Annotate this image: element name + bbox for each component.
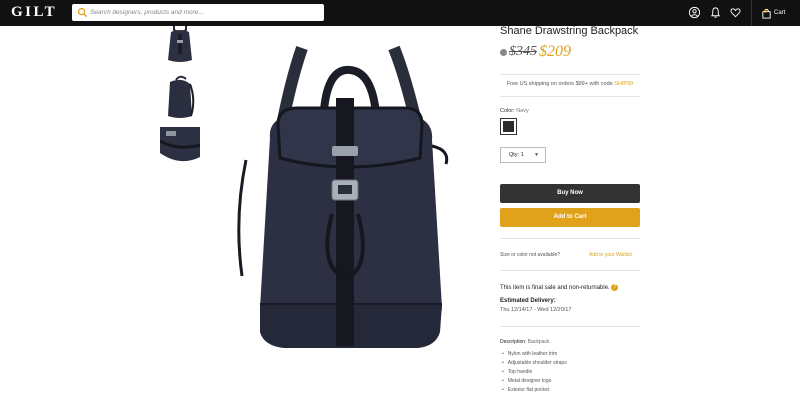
thumbnail-front[interactable] (160, 26, 200, 66)
thumbnail-side[interactable] (160, 72, 200, 122)
qty-label: Qty: 1 (509, 152, 524, 158)
estimated-delivery-label: Estimated Delivery: (500, 298, 556, 304)
sale-price: $209 (539, 43, 571, 60)
product-main-image (228, 28, 466, 362)
cart-label: Cart (774, 10, 786, 16)
chevron-down-icon: ▼ (534, 152, 539, 158)
final-sale-notice: This item is final sale and non-returnab… (500, 284, 619, 291)
estimated-delivery-value: Thu 12/14/17 - Wed 12/20/17 (500, 307, 572, 313)
divider (500, 238, 640, 239)
product-title: Shane Drawstring Backpack (500, 25, 639, 37)
description: Description: Backpack (500, 339, 550, 345)
divider (500, 326, 640, 327)
search-input[interactable] (90, 4, 320, 21)
shipping-code: SHIP99 (614, 81, 634, 87)
list-item: Metal designer logo (502, 377, 567, 386)
divider (500, 270, 640, 271)
original-price: $345 (509, 44, 537, 59)
list-item: Exterior flat pocket (502, 386, 567, 395)
search-bar[interactable] (72, 4, 324, 21)
color-swatch-navy[interactable] (500, 118, 517, 135)
account-icon[interactable] (688, 6, 701, 19)
backpack-side-thumbnail-image (160, 72, 200, 122)
feature-list: Nylon with leather trim Adjustable shoul… (502, 350, 567, 395)
search-icon (77, 7, 88, 18)
thumbnail-detail[interactable] (160, 127, 200, 182)
buy-now-button[interactable]: Buy Now (500, 184, 640, 203)
backpack-detail-thumbnail-image (160, 127, 200, 182)
divider (500, 74, 640, 75)
size-unavailable-text: Size or color not available? (500, 252, 561, 258)
help-icon[interactable]: ? (611, 284, 619, 291)
backpack-thumbnail-image (160, 26, 200, 66)
shipping-promo: Free US shipping on orders $99+ with cod… (500, 81, 640, 87)
gilt-logo[interactable]: GILT (11, 4, 57, 21)
add-to-cart-button[interactable]: Add to Cart (500, 208, 640, 227)
quantity-select[interactable]: Qty: 1 ▼ (500, 147, 546, 163)
price-tag-icon (500, 48, 507, 56)
header-divider (751, 0, 752, 26)
bell-icon[interactable] (709, 6, 722, 19)
color-label: Color: Navy (500, 108, 529, 114)
description-value: Backpack (527, 339, 550, 345)
shipping-text: Free US shipping on orders $99+ with cod… (506, 81, 613, 87)
list-item: Top handle (502, 368, 567, 377)
list-item: Adjustable shoulder straps (502, 359, 567, 368)
heart-icon[interactable] (729, 6, 742, 19)
color-value: Navy (516, 108, 529, 114)
list-item: Nylon with leather trim (502, 350, 567, 359)
top-header: GILT 0 Cart (0, 0, 800, 26)
divider (500, 96, 640, 97)
price-row: $345 $209 (500, 43, 571, 61)
cart-count: 0 (764, 9, 767, 15)
add-to-waitlist-link[interactable]: Add to your Waitlist (589, 252, 632, 258)
